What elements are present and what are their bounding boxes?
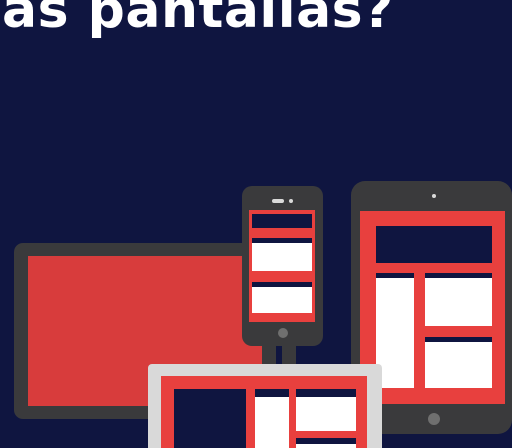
tablet-camera-icon [432,194,436,198]
tablet-content-bar-2 [425,337,492,342]
smartphone-camera-icon [289,199,293,203]
tablet-header-bar [376,226,492,263]
smartphone-nav-bar-2 [252,282,312,287]
laptop-column-block-1 [255,397,289,448]
tablet-home-button-icon [428,413,440,425]
tablet-content-block-2 [425,342,492,388]
smartphone-home-button-icon [278,328,288,338]
tablet-content-block-1 [425,278,492,326]
tablet-sidebar-bar [376,273,414,278]
laptop-column-bar-2 [296,389,356,397]
smartphone [242,186,323,346]
tablet-content-bar-1 [425,273,492,278]
responsive-devices-illustration [14,181,512,448]
smartphone-content-block-1 [252,243,312,271]
laptop-column-block-3 [296,444,356,448]
page: as pantallas? [0,0,512,448]
laptop-column-bar-1 [255,389,289,397]
laptop-column-block-2 [296,397,356,431]
smartphone-speaker-icon [272,199,284,203]
laptop-column-bar-3 [296,438,356,444]
smartphone-content-block-2 [252,287,312,313]
laptop-header-bar [174,389,246,448]
smartphone-nav-bar [252,238,312,243]
laptop [148,364,382,448]
smartphone-header-bar [252,214,312,228]
